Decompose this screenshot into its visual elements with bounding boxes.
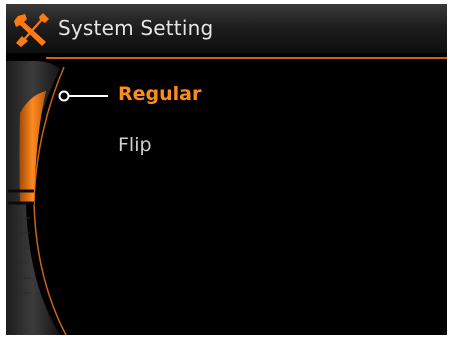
system-setting-screen: System Setting Regular Flip <box>6 4 447 335</box>
menu-item-flip[interactable]: Flip <box>118 134 152 156</box>
selection-indicator <box>58 90 108 102</box>
page-title: System Setting <box>58 16 214 40</box>
menu-item-regular[interactable]: Regular <box>118 83 201 105</box>
title-bar: System Setting <box>6 4 447 53</box>
tools-icon <box>14 13 49 47</box>
